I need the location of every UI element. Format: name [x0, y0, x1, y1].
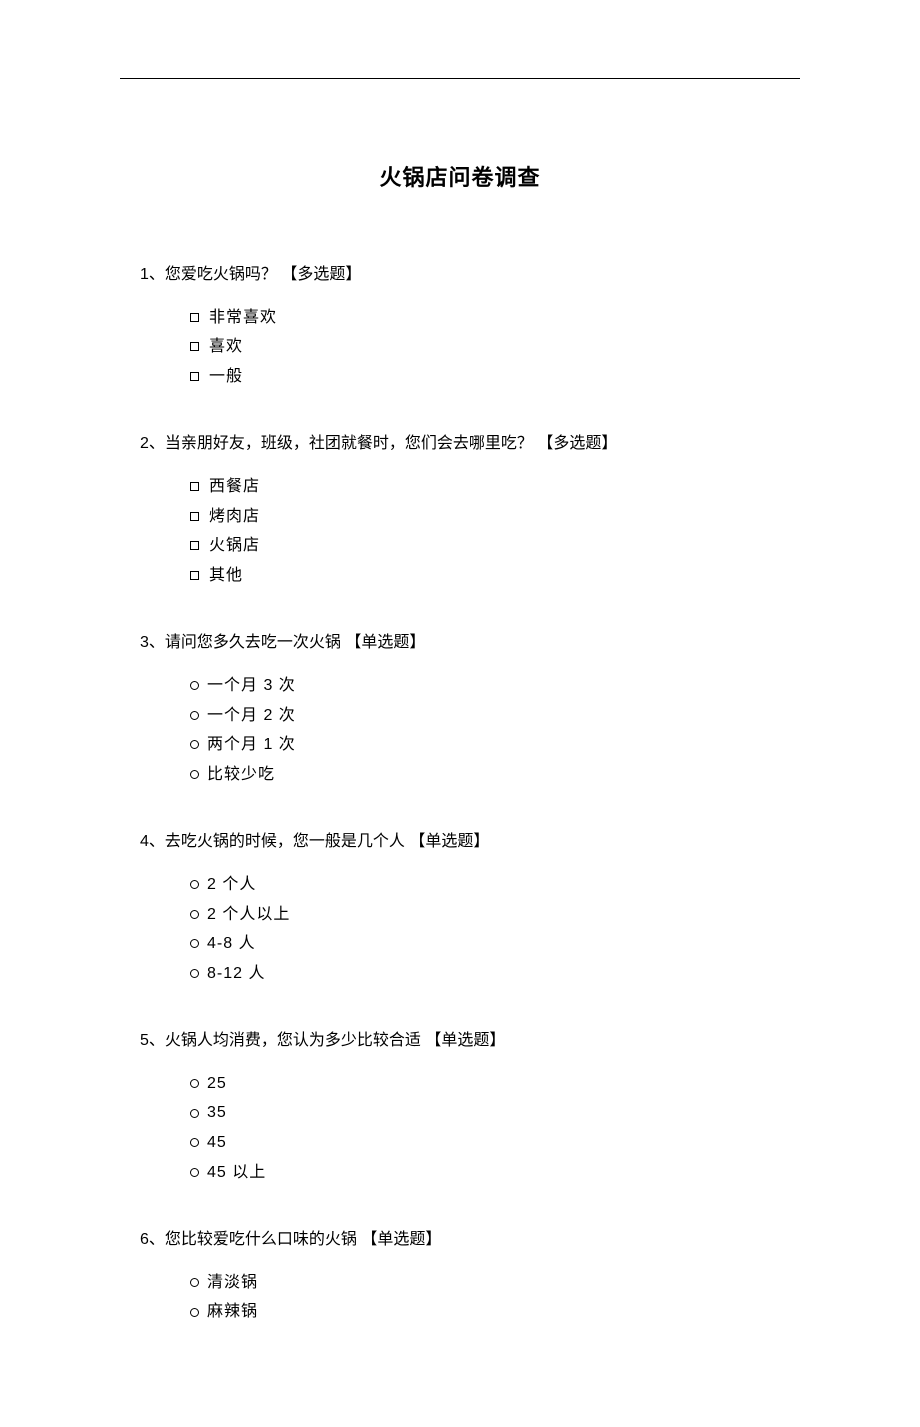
option-item[interactable]: 一个月 2 次	[190, 701, 780, 731]
checkbox-icon	[190, 541, 199, 550]
option-label: 4-8 人	[207, 929, 256, 959]
checkbox-icon	[190, 372, 199, 381]
options-list: 2 个人2 个人以上4-8 人8-12 人	[140, 870, 780, 988]
option-item[interactable]: 西餐店	[190, 472, 780, 502]
option-label: 一个月 3 次	[207, 671, 296, 701]
radio-icon	[190, 1168, 199, 1177]
option-label: 35	[207, 1098, 227, 1128]
option-label: 2 个人	[207, 870, 256, 900]
option-item[interactable]: 8-12 人	[190, 959, 780, 989]
option-item[interactable]: 两个月 1 次	[190, 730, 780, 760]
option-item[interactable]: 35	[190, 1098, 780, 1128]
option-label: 清淡锅	[207, 1268, 258, 1298]
question-block: 1、您爱吃火锅吗？ 【多选题】非常喜欢喜欢一般	[140, 262, 780, 391]
checkbox-icon	[190, 342, 199, 351]
option-label: 一般	[209, 362, 243, 392]
radio-icon	[190, 1109, 199, 1118]
radio-icon	[190, 711, 199, 720]
option-item[interactable]: 2 个人以上	[190, 900, 780, 930]
option-item[interactable]: 烤肉店	[190, 502, 780, 532]
radio-icon	[190, 681, 199, 690]
option-label: 火锅店	[209, 531, 260, 561]
radio-icon	[190, 1079, 199, 1088]
page-title: 火锅店问卷调查	[140, 160, 780, 192]
option-item[interactable]: 其他	[190, 561, 780, 591]
question-text: 3、请问您多久去吃一次火锅 【单选题】	[140, 630, 780, 656]
options-list: 非常喜欢喜欢一般	[140, 303, 780, 392]
question-text: 2、当亲朋好友，班级，社团就餐时，您们会去哪里吃？ 【多选题】	[140, 431, 780, 457]
questions-container: 1、您爱吃火锅吗？ 【多选题】非常喜欢喜欢一般 2、当亲朋好友，班级，社团就餐时，…	[140, 262, 780, 1327]
option-label: 西餐店	[209, 472, 260, 502]
option-label: 烤肉店	[209, 502, 260, 532]
option-item[interactable]: 一般	[190, 362, 780, 392]
options-list: 一个月 3 次一个月 2 次两个月 1 次比较少吃	[140, 671, 780, 789]
checkbox-icon	[190, 313, 199, 322]
question-block: 2、当亲朋好友，班级，社团就餐时，您们会去哪里吃？ 【多选题】西餐店烤肉店火锅店…	[140, 431, 780, 590]
option-label: 一个月 2 次	[207, 701, 296, 731]
radio-icon	[190, 969, 199, 978]
question-block: 3、请问您多久去吃一次火锅 【单选题】一个月 3 次一个月 2 次两个月 1 次…	[140, 630, 780, 789]
radio-icon	[190, 770, 199, 779]
radio-icon	[190, 1308, 199, 1317]
header-divider	[120, 78, 800, 79]
option-label: 两个月 1 次	[207, 730, 296, 760]
option-item[interactable]: 4-8 人	[190, 929, 780, 959]
option-item[interactable]: 45 以上	[190, 1158, 780, 1188]
option-item[interactable]: 非常喜欢	[190, 303, 780, 333]
radio-icon	[190, 880, 199, 889]
option-item[interactable]: 一个月 3 次	[190, 671, 780, 701]
option-item[interactable]: 25	[190, 1069, 780, 1099]
option-item[interactable]: 45	[190, 1128, 780, 1158]
question-text: 6、您比较爱吃什么口味的火锅 【单选题】	[140, 1227, 780, 1253]
option-label: 25	[207, 1069, 227, 1099]
question-block: 6、您比较爱吃什么口味的火锅 【单选题】清淡锅麻辣锅	[140, 1227, 780, 1327]
options-list: 25354545 以上	[140, 1069, 780, 1187]
radio-icon	[190, 939, 199, 948]
radio-icon	[190, 740, 199, 749]
question-text: 5、火锅人均消费，您认为多少比较合适 【单选题】	[140, 1028, 780, 1054]
option-label: 非常喜欢	[209, 303, 277, 333]
checkbox-icon	[190, 482, 199, 491]
options-list: 清淡锅麻辣锅	[140, 1268, 780, 1327]
radio-icon	[190, 1278, 199, 1287]
question-text: 1、您爱吃火锅吗？ 【多选题】	[140, 262, 780, 288]
option-item[interactable]: 比较少吃	[190, 760, 780, 790]
question-text: 4、去吃火锅的时候，您一般是几个人 【单选题】	[140, 829, 780, 855]
checkbox-icon	[190, 571, 199, 580]
option-label: 比较少吃	[207, 760, 275, 790]
option-label: 2 个人以上	[207, 900, 290, 930]
option-label: 45 以上	[207, 1158, 266, 1188]
option-label: 喜欢	[209, 332, 243, 362]
option-item[interactable]: 火锅店	[190, 531, 780, 561]
checkbox-icon	[190, 512, 199, 521]
option-item[interactable]: 清淡锅	[190, 1268, 780, 1298]
radio-icon	[190, 910, 199, 919]
option-item[interactable]: 喜欢	[190, 332, 780, 362]
option-label: 8-12 人	[207, 959, 265, 989]
option-label: 其他	[209, 561, 243, 591]
option-item[interactable]: 2 个人	[190, 870, 780, 900]
question-block: 5、火锅人均消费，您认为多少比较合适 【单选题】 25354545 以上	[140, 1028, 780, 1187]
options-list: 西餐店烤肉店火锅店其他	[140, 472, 780, 590]
radio-icon	[190, 1138, 199, 1147]
survey-page: 火锅店问卷调查 1、您爱吃火锅吗？ 【多选题】非常喜欢喜欢一般 2、当亲朋好友，班…	[0, 0, 920, 1427]
option-label: 45	[207, 1128, 227, 1158]
question-block: 4、去吃火锅的时候，您一般是几个人 【单选题】 2 个人2 个人以上4-8 人8-…	[140, 829, 780, 988]
